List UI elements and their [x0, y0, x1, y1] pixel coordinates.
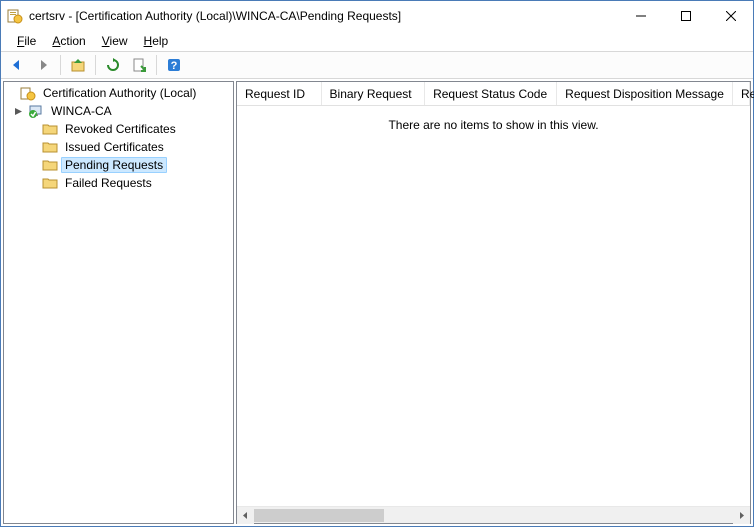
- forward-button[interactable]: [31, 53, 55, 77]
- tree-ca-node[interactable]: WINCA-CA: [6, 102, 231, 120]
- menu-action[interactable]: Action: [46, 32, 91, 50]
- tree-label: Failed Requests: [61, 175, 156, 191]
- empty-message: There are no items to show in this view.: [388, 118, 598, 132]
- col-request-id[interactable]: Request ID: [237, 82, 322, 105]
- tree-label: Revoked Certificates: [61, 121, 180, 137]
- tree-label: Issued Certificates: [61, 139, 168, 155]
- tree-label: Certification Authority (Local): [39, 85, 200, 101]
- toolbar-separator: [156, 55, 157, 75]
- tree-label: WINCA-CA: [47, 103, 116, 119]
- tree-panel: ▸ Certification Authority (Local) WINCA-…: [3, 81, 234, 524]
- col-binary-request[interactable]: Binary Request: [322, 82, 426, 105]
- svg-text:?: ?: [171, 60, 178, 72]
- toolbar-separator: [60, 55, 61, 75]
- list-body: There are no items to show in this view.: [237, 106, 750, 506]
- minimize-button[interactable]: [618, 1, 663, 30]
- folder-icon: [42, 121, 58, 137]
- tree-pending[interactable]: Pending Requests: [6, 156, 231, 174]
- menu-view[interactable]: View: [96, 32, 134, 50]
- window-title: certsrv - [Certification Authority (Loca…: [29, 9, 618, 23]
- titlebar: certsrv - [Certification Authority (Loca…: [1, 1, 753, 31]
- column-headers: Request ID Binary Request Request Status…: [237, 82, 750, 106]
- menu-help[interactable]: Help: [138, 32, 175, 50]
- scroll-thumb[interactable]: [254, 509, 384, 522]
- help-button[interactable]: ?: [162, 53, 186, 77]
- up-button[interactable]: [66, 53, 90, 77]
- app-icon: [7, 8, 23, 24]
- refresh-button[interactable]: [101, 53, 125, 77]
- scroll-track[interactable]: [254, 507, 733, 523]
- scroll-left-button[interactable]: [237, 507, 254, 524]
- toolbar: ?: [1, 51, 753, 79]
- menubar: File Action View Help: [1, 31, 753, 51]
- tree-revoked[interactable]: Revoked Certificates: [6, 120, 231, 138]
- computer-check-icon: [28, 103, 44, 119]
- toolbar-separator: [95, 55, 96, 75]
- tree-issued[interactable]: Issued Certificates: [6, 138, 231, 156]
- window-controls: [618, 1, 753, 31]
- col-requester[interactable]: Request: [733, 82, 750, 105]
- col-disposition-message[interactable]: Request Disposition Message: [557, 82, 733, 105]
- tree-root[interactable]: ▸ Certification Authority (Local): [6, 84, 231, 102]
- tree-collapse-toggle[interactable]: [14, 107, 28, 116]
- folder-icon: [42, 175, 58, 191]
- tree-failed[interactable]: Failed Requests: [6, 174, 231, 192]
- col-status-code[interactable]: Request Status Code: [425, 82, 557, 105]
- back-button[interactable]: [5, 53, 29, 77]
- menu-file[interactable]: File: [11, 32, 42, 50]
- close-button[interactable]: [708, 1, 753, 30]
- cert-authority-icon: [20, 85, 36, 101]
- export-list-button[interactable]: [127, 53, 151, 77]
- list-panel: Request ID Binary Request Request Status…: [236, 81, 751, 524]
- scroll-right-button[interactable]: [733, 507, 750, 524]
- folder-icon: [42, 157, 58, 173]
- maximize-button[interactable]: [663, 1, 708, 30]
- tree-label: Pending Requests: [61, 157, 167, 173]
- horizontal-scrollbar[interactable]: [237, 506, 750, 523]
- content-area: ▸ Certification Authority (Local) WINCA-…: [1, 79, 753, 526]
- app-window: certsrv - [Certification Authority (Loca…: [0, 0, 754, 527]
- folder-icon: [42, 139, 58, 155]
